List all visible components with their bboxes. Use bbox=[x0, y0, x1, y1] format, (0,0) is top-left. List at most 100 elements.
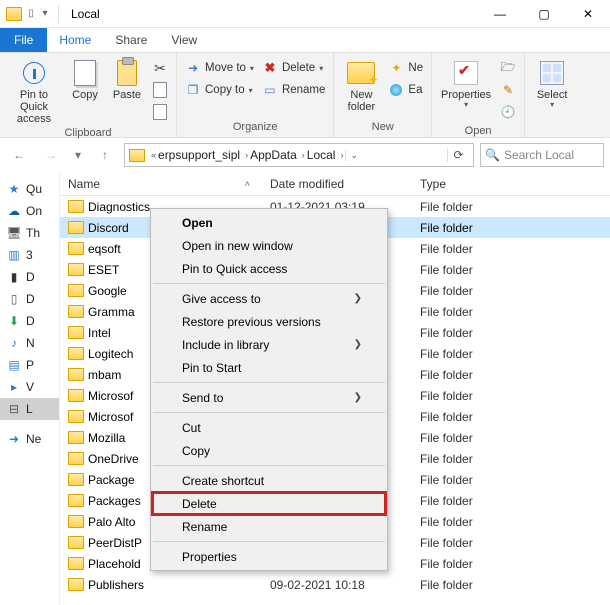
sidebar-item[interactable]: ⬇D bbox=[0, 310, 59, 332]
folder-icon bbox=[68, 347, 84, 360]
search-input[interactable]: 🔍 Search Local bbox=[480, 143, 604, 167]
select-button[interactable]: Select ▾ bbox=[531, 55, 573, 110]
menu-item[interactable]: Restore previous versions bbox=[152, 310, 386, 333]
sidebar-item[interactable]: ★ Qu bbox=[0, 178, 59, 200]
file-pane: Name˄ Date modified Type Diagnostics01-1… bbox=[60, 172, 610, 605]
menu-item[interactable]: Include in library❯ bbox=[152, 333, 386, 356]
sidebar-item[interactable]: ☁On bbox=[0, 200, 59, 222]
new-item-button[interactable]: Ne bbox=[386, 57, 425, 79]
copy-path-button[interactable] bbox=[150, 79, 170, 101]
menu-item[interactable]: Copy bbox=[152, 439, 386, 462]
sidebar-item[interactable]: 🖥Th bbox=[0, 222, 59, 244]
close-button[interactable]: ✕ bbox=[566, 0, 610, 28]
refresh-button[interactable]: ⟳ bbox=[447, 148, 469, 162]
table-row[interactable]: Publishers09-02-2021 10:18File folder bbox=[60, 574, 610, 595]
qat-separator bbox=[58, 5, 59, 23]
sidebar-item[interactable]: ♪N bbox=[0, 332, 59, 354]
sidebar-item[interactable]: ⊟L bbox=[0, 398, 59, 420]
menu-item[interactable]: Create shortcut bbox=[152, 469, 386, 492]
menu-separator bbox=[153, 283, 385, 284]
file-name: Gramma bbox=[88, 305, 135, 319]
sidebar-item[interactable]: ➜Ne bbox=[0, 428, 59, 450]
move-to-button[interactable]: Move to▾ bbox=[183, 57, 256, 79]
sidebar-item[interactable]: ▸V bbox=[0, 376, 59, 398]
cut-button[interactable] bbox=[150, 57, 170, 79]
folder-icon bbox=[68, 473, 84, 486]
qat-dropdown-icon[interactable]: ▾ bbox=[40, 9, 50, 19]
chevron-right-icon[interactable]: › bbox=[243, 150, 250, 160]
paste-shortcut-button[interactable] bbox=[150, 101, 170, 123]
column-header-date[interactable]: Date modified bbox=[270, 177, 420, 191]
content-area: ★ Qu ☁On🖥Th▥3▮D▯D⬇D♪N▤P▸V⊟L ➜Ne Name˄ Date … bbox=[0, 172, 610, 605]
menu-item[interactable]: Delete bbox=[152, 492, 386, 515]
menu-item-label: Pin to Start bbox=[182, 361, 241, 375]
tab-share[interactable]: Share bbox=[103, 28, 159, 52]
breadcrumb: AppData› bbox=[250, 148, 307, 162]
nav-history-dropdown[interactable]: ▾ bbox=[70, 142, 86, 168]
sidebar-item-label: Qu bbox=[26, 182, 42, 196]
menu-item[interactable]: Pin to Quick access bbox=[152, 257, 386, 280]
copy-button[interactable]: Copy bbox=[66, 55, 104, 101]
sidebar-item-icon: ▸ bbox=[6, 380, 22, 394]
sidebar-item-label: Ne bbox=[26, 432, 41, 446]
column-header-type[interactable]: Type bbox=[420, 177, 610, 191]
chevron-right-icon[interactable]: › bbox=[338, 150, 345, 160]
qat-doc-icon[interactable]: ▯ bbox=[26, 9, 36, 19]
sidebar-item[interactable]: ▤P bbox=[0, 354, 59, 376]
easy-access-button[interactable]: Ea bbox=[386, 79, 425, 101]
tab-home[interactable]: Home bbox=[47, 28, 103, 52]
menu-item[interactable]: Send to❯ bbox=[152, 386, 386, 409]
file-type: File folder bbox=[420, 284, 610, 298]
column-headers[interactable]: Name˄ Date modified Type bbox=[60, 172, 610, 196]
sidebar-item-icon: ★ bbox=[6, 182, 22, 196]
submenu-arrow-icon: ❯ bbox=[354, 339, 362, 350]
maximize-button[interactable]: ▢ bbox=[522, 0, 566, 28]
address-root-chevron[interactable]: « bbox=[149, 150, 158, 160]
open-button[interactable] bbox=[498, 57, 518, 79]
column-header-name[interactable]: Name˄ bbox=[60, 177, 270, 191]
sidebar-item[interactable]: ▮D bbox=[0, 266, 59, 288]
menu-item[interactable]: Pin to Start bbox=[152, 356, 386, 379]
ribbon-tabs: File Home Share View bbox=[0, 28, 610, 52]
menu-separator bbox=[153, 465, 385, 466]
new-folder-button[interactable]: New folder bbox=[340, 55, 382, 113]
sidebar-item[interactable]: ▥3 bbox=[0, 244, 59, 266]
copy-icon bbox=[74, 60, 96, 86]
sidebar-item-label: 3 bbox=[26, 248, 33, 262]
tab-file[interactable]: File bbox=[0, 28, 47, 52]
menu-item[interactable]: Properties bbox=[152, 545, 386, 568]
chevron-right-icon[interactable]: › bbox=[300, 150, 307, 160]
title-bar: ▯ ▾ Local — ▢ ✕ bbox=[0, 0, 610, 28]
nav-forward-button[interactable]: → bbox=[38, 142, 64, 168]
menu-item-label: Copy bbox=[182, 444, 210, 458]
rename-button[interactable]: Rename bbox=[260, 79, 327, 101]
paste-button[interactable]: Paste bbox=[108, 55, 146, 101]
pin-to-quick-access-button[interactable]: Pin to Quick access bbox=[6, 55, 62, 125]
menu-item-label: Open bbox=[182, 216, 213, 230]
edit-button[interactable] bbox=[498, 79, 518, 101]
properties-button[interactable]: Properties ▾ bbox=[438, 55, 494, 110]
nav-back-button[interactable]: ← bbox=[6, 142, 32, 168]
file-name: OneDrive bbox=[88, 452, 139, 466]
menu-item[interactable]: Rename bbox=[152, 515, 386, 538]
copy-to-button[interactable]: Copy to▾ bbox=[183, 79, 256, 101]
menu-item[interactable]: Open in new window bbox=[152, 234, 386, 257]
folder-icon bbox=[68, 452, 84, 465]
sidebar-item[interactable]: ▯D bbox=[0, 288, 59, 310]
folder-icon bbox=[68, 515, 84, 528]
delete-button[interactable]: Delete▾ bbox=[260, 57, 327, 79]
tab-view[interactable]: View bbox=[159, 28, 209, 52]
history-button[interactable] bbox=[498, 101, 518, 123]
menu-item[interactable]: Open bbox=[152, 211, 386, 234]
copy-path-icon bbox=[152, 82, 168, 98]
minimize-button[interactable]: — bbox=[478, 0, 522, 28]
folder-icon bbox=[68, 536, 84, 549]
file-type: File folder bbox=[420, 347, 610, 361]
file-name: PeerDistP bbox=[88, 536, 142, 550]
nav-up-button[interactable]: ↑ bbox=[92, 142, 118, 168]
menu-item[interactable]: Give access to❯ bbox=[152, 287, 386, 310]
address-bar[interactable]: « erpsupport_sipl› AppData› Local› ⌄ ⟳ bbox=[124, 143, 474, 167]
address-dropdown[interactable]: ⌄ bbox=[345, 150, 362, 161]
navigation-pane[interactable]: ★ Qu ☁On🖥Th▥3▮D▯D⬇D♪N▤P▸V⊟L ➜Ne bbox=[0, 172, 60, 605]
menu-item[interactable]: Cut bbox=[152, 416, 386, 439]
